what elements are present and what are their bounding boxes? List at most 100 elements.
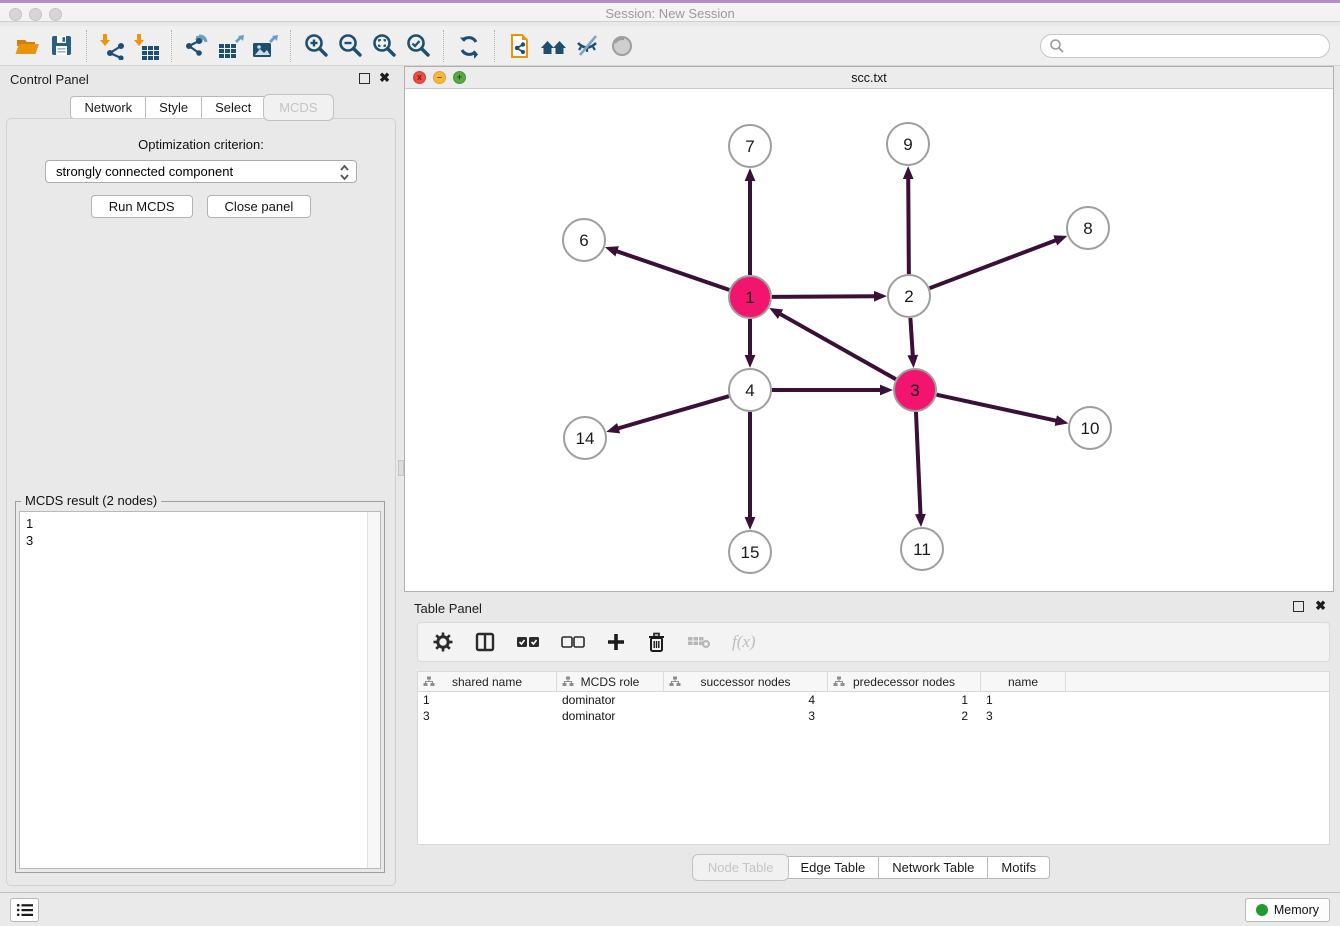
column-flow-icon xyxy=(833,676,845,687)
first-neighbors-icon[interactable] xyxy=(537,30,571,62)
close-panel-icon[interactable]: ✖ xyxy=(379,71,390,85)
table-cell[interactable]: 2 xyxy=(828,709,981,723)
search-input[interactable] xyxy=(1065,36,1329,56)
table-cell[interactable]: 3 xyxy=(418,709,557,723)
export-network-icon[interactable] xyxy=(180,30,214,62)
table-cell[interactable]: 4 xyxy=(664,693,828,707)
table-cell[interactable]: 1 xyxy=(981,693,1066,707)
open-file-icon[interactable] xyxy=(10,30,44,62)
dropdown-stepper-icon xyxy=(339,164,350,181)
node-3[interactable]: 3 xyxy=(894,369,936,411)
node-9[interactable]: 9 xyxy=(887,123,929,165)
toolbar-separator xyxy=(86,30,87,62)
node-14[interactable]: 14 xyxy=(564,417,606,459)
edge-1-2[interactable] xyxy=(772,296,875,297)
tab-edge-table[interactable]: Edge Table xyxy=(787,856,879,879)
deselect-all-icon[interactable] xyxy=(561,634,585,650)
edge-4-14[interactable] xyxy=(618,396,729,428)
hide-selected-eye-icon[interactable] xyxy=(571,30,605,62)
mcds-result-textarea[interactable]: 1 3 xyxy=(19,511,381,869)
column-header-successor-nodes[interactable]: successor nodes xyxy=(664,672,828,691)
node-7[interactable]: 7 xyxy=(729,125,771,167)
search-field[interactable] xyxy=(1040,34,1330,58)
node-label: 1 xyxy=(745,288,754,307)
node-11[interactable]: 11 xyxy=(901,528,943,570)
table-toolbar: f(x) xyxy=(417,622,1330,662)
import-network-icon[interactable] xyxy=(95,30,129,62)
clone-network-icon[interactable] xyxy=(503,30,537,62)
table-row[interactable]: 3dominator323 xyxy=(418,708,1329,724)
tab-network[interactable]: Network xyxy=(70,96,146,119)
edge-3-11[interactable] xyxy=(916,412,921,515)
export-image-icon[interactable] xyxy=(248,30,282,62)
edge-2-8[interactable] xyxy=(930,240,1057,288)
table-cell[interactable]: dominator xyxy=(557,709,664,723)
edge-3-10[interactable] xyxy=(936,395,1056,421)
zoom-in-icon[interactable] xyxy=(299,30,333,62)
criterion-dropdown[interactable]: strongly connected component xyxy=(45,160,357,183)
float-panel-icon[interactable] xyxy=(359,73,370,84)
edge-2-9[interactable] xyxy=(908,178,909,274)
export-table-icon[interactable] xyxy=(214,30,248,62)
edge-1-6[interactable] xyxy=(616,251,729,290)
node-2[interactable]: 2 xyxy=(888,275,930,317)
node-6[interactable]: 6 xyxy=(563,219,605,261)
edge-2-3[interactable] xyxy=(910,318,912,356)
float-table-panel-icon[interactable] xyxy=(1293,601,1304,612)
task-history-button[interactable] xyxy=(10,898,39,922)
main-toolbar xyxy=(0,26,1340,66)
node-table[interactable]: shared nameMCDS rolesuccessor nodesprede… xyxy=(417,671,1330,845)
delete-column-trash-icon[interactable] xyxy=(647,632,666,653)
table-cell[interactable]: 3 xyxy=(981,709,1066,723)
select-all-icon[interactable] xyxy=(516,634,540,650)
node-8[interactable]: 8 xyxy=(1067,207,1109,249)
column-header-MCDS-role[interactable]: MCDS role xyxy=(557,672,664,691)
column-header-shared-name[interactable]: shared name xyxy=(418,672,557,691)
search-icon xyxy=(1049,38,1065,54)
table-panel-tabs: Node TableEdge TableNetwork TableMotifs xyxy=(404,856,1340,879)
table-cell[interactable]: dominator xyxy=(557,693,664,707)
node-1[interactable]: 1 xyxy=(729,276,771,318)
add-column-icon[interactable] xyxy=(606,632,626,652)
table-row[interactable]: 1dominator411 xyxy=(418,692,1329,708)
run-mcds-button[interactable]: Run MCDS xyxy=(91,195,193,218)
tab-style[interactable]: Style xyxy=(146,96,202,119)
table-cell[interactable]: 1 xyxy=(828,693,981,707)
memory-label: Memory xyxy=(1274,903,1319,917)
node-4[interactable]: 4 xyxy=(729,369,771,411)
table-cell[interactable]: 1 xyxy=(418,693,557,707)
splitter-grip[interactable] xyxy=(398,460,404,476)
result-scrollbar[interactable] xyxy=(367,512,380,868)
node-label: 8 xyxy=(1083,219,1092,238)
window-title: Session: New Session xyxy=(0,6,1340,21)
table-cell[interactable]: 3 xyxy=(664,709,828,723)
close-table-panel-icon[interactable]: ✖ xyxy=(1315,599,1326,613)
tab-mcds[interactable]: MCDS xyxy=(263,94,333,121)
import-table-icon[interactable] xyxy=(129,30,163,62)
list-icon xyxy=(16,902,34,918)
tab-network-table[interactable]: Network Table xyxy=(879,856,988,879)
refresh-view-icon[interactable] xyxy=(452,30,486,62)
node-15[interactable]: 15 xyxy=(729,531,771,573)
save-session-icon[interactable] xyxy=(44,30,78,62)
column-flow-icon xyxy=(562,676,574,687)
table-options-gear-icon[interactable] xyxy=(432,631,454,653)
zoom-selected-icon[interactable] xyxy=(401,30,435,62)
tab-motifs[interactable]: Motifs xyxy=(988,856,1050,879)
table-panel-title: Table Panel xyxy=(414,601,482,616)
tab-select[interactable]: Select xyxy=(202,96,265,119)
tab-node-table[interactable]: Node Table xyxy=(692,854,790,881)
zoom-out-icon[interactable] xyxy=(333,30,367,62)
column-header-name[interactable]: name xyxy=(981,672,1066,691)
zoom-fit-icon[interactable] xyxy=(367,30,401,62)
column-header-predecessor-nodes[interactable]: predecessor nodes xyxy=(828,672,981,691)
edge-3-1[interactable] xyxy=(780,314,896,380)
node-10[interactable]: 10 xyxy=(1069,407,1111,449)
show-all-eye-icon-disabled xyxy=(605,30,639,62)
toolbar-separator xyxy=(290,30,291,62)
show-column-panel-icon[interactable] xyxy=(475,632,495,652)
memory-button[interactable]: Memory xyxy=(1245,898,1330,922)
network-window-titlebar[interactable]: x – + scc.txt xyxy=(405,67,1333,89)
close-panel-button[interactable]: Close panel xyxy=(207,195,312,218)
network-canvas[interactable]: 7 9 6 8 1 2 4 3 14 10 15 11 xyxy=(405,89,1333,591)
